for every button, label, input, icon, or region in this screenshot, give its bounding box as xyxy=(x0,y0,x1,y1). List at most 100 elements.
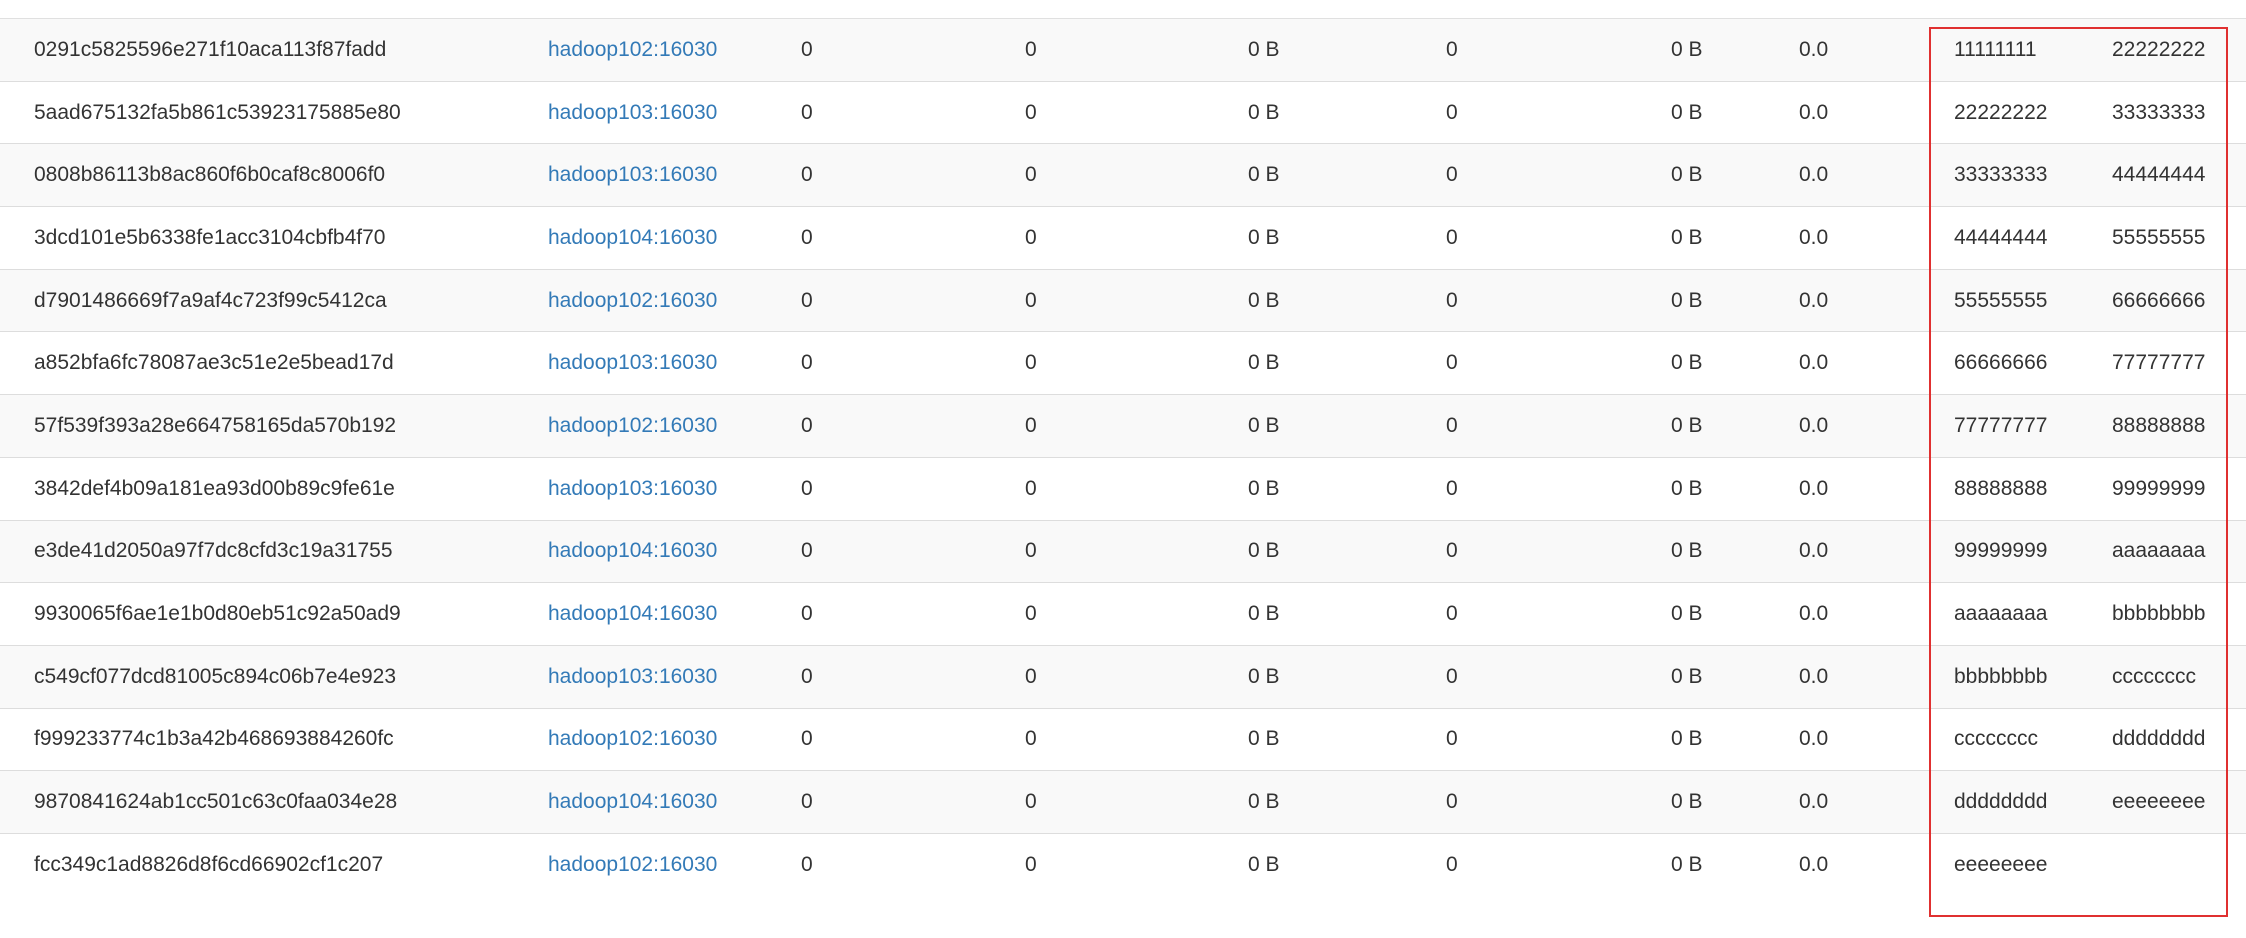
region-name-cell: 9870841624ab1cc501c63c0faa034e28 xyxy=(0,770,548,834)
region-end-key-cell: 77777777 xyxy=(2112,331,2246,396)
region-metric-cell-6: 0.0 xyxy=(1799,708,1954,772)
region-start-key-cell: eeeeeeee xyxy=(1954,833,2112,896)
region-metric-text-3: 0 B xyxy=(1248,602,1280,626)
region-metric-text-5: 0 B xyxy=(1671,727,1703,751)
region-name-cell: 3dcd101e5b6338fe1acc3104cbfb4f70 xyxy=(0,206,548,270)
region-name-cell: 57f539f393a28e664758165da570b192 xyxy=(0,394,548,458)
region-metric-text-3: 0 B xyxy=(1248,476,1280,500)
region-name-cell: d7901486669f7a9af4c723f99c5412ca xyxy=(0,269,548,333)
region-metric-cell-2: 0 xyxy=(1025,770,1248,834)
region-metric-text-1: 0 xyxy=(801,539,813,563)
region-end-key-cell: 22222222 xyxy=(2112,19,2246,82)
region-name-text: c549cf077dcd81005c894c06b7e4e923 xyxy=(34,664,396,688)
region-metric-cell-4: 0 xyxy=(1446,457,1671,521)
region-server-cell: hadoop103:16030 xyxy=(548,645,801,709)
region-metric-cell-6: 0.0 xyxy=(1799,394,1954,458)
region-metric-text-3: 0 B xyxy=(1248,225,1280,249)
region-metric-cell-2: 0 xyxy=(1025,81,1248,145)
region-metric-cell-2: 0 xyxy=(1025,269,1248,333)
region-start-key-text: 22222222 xyxy=(1954,100,2048,124)
region-metric-cell-5: 0 B xyxy=(1671,394,1799,458)
region-end-key-cell: 66666666 xyxy=(2112,269,2246,333)
region-metric-text-3: 0 B xyxy=(1248,790,1280,814)
region-start-key-text: bbbbbbbb xyxy=(1954,664,2048,688)
region-start-key-text: 77777777 xyxy=(1954,413,2048,437)
region-name-text: e3de41d2050a97f7dc8cfd3c19a31755 xyxy=(34,539,393,563)
region-metric-text-2: 0 xyxy=(1025,790,1037,814)
region-server-link[interactable]: hadoop103:16030 xyxy=(548,101,717,124)
region-server-link[interactable]: hadoop102:16030 xyxy=(548,289,717,312)
region-start-key-cell: 66666666 xyxy=(1954,331,2112,396)
region-metric-cell-6: 0.0 xyxy=(1799,457,1954,521)
region-metric-cell-3: 0 B xyxy=(1248,708,1446,772)
region-server-link[interactable]: hadoop103:16030 xyxy=(548,665,717,688)
region-server-link[interactable]: hadoop104:16030 xyxy=(548,790,717,813)
region-metric-text-1: 0 xyxy=(801,100,813,124)
region-server-link[interactable]: hadoop102:16030 xyxy=(548,38,717,61)
region-start-key-cell: 22222222 xyxy=(1954,81,2112,145)
region-server-cell: hadoop103:16030 xyxy=(548,143,801,208)
region-server-link[interactable]: hadoop102:16030 xyxy=(548,414,717,437)
region-metric-text-6: 0.0 xyxy=(1799,602,1829,626)
region-start-key-text: dddddddd xyxy=(1954,790,2048,814)
region-metric-text-6: 0.0 xyxy=(1799,288,1829,312)
region-server-cell: hadoop102:16030 xyxy=(548,708,801,772)
region-metric-text-1: 0 xyxy=(801,225,813,249)
region-metric-cell-5: 0 B xyxy=(1671,770,1799,834)
region-name-cell: e3de41d2050a97f7dc8cfd3c19a31755 xyxy=(0,520,548,584)
region-metric-text-5: 0 B xyxy=(1671,602,1703,626)
region-metric-text-5: 0 B xyxy=(1671,225,1703,249)
region-end-key-cell: 33333333 xyxy=(2112,81,2246,145)
region-metric-cell-2: 0 xyxy=(1025,708,1248,772)
region-metric-text-1: 0 xyxy=(801,790,813,814)
region-metric-text-3: 0 B xyxy=(1248,351,1280,375)
region-metric-cell-3: 0 B xyxy=(1248,331,1446,396)
region-metric-text-2: 0 xyxy=(1025,225,1037,249)
region-metric-cell-1: 0 xyxy=(801,331,1025,396)
region-server-cell: hadoop104:16030 xyxy=(548,520,801,584)
region-name-cell: 9930065f6ae1e1b0d80eb51c92a50ad9 xyxy=(0,582,548,646)
region-metric-cell-3: 0 B xyxy=(1248,81,1446,145)
table-row: 5aad675132fa5b861c53923175885e80 hadoop10… xyxy=(0,81,2246,145)
region-metric-text-3: 0 B xyxy=(1248,100,1280,124)
region-name-text: 0291c5825596e271f10aca113f87fadd xyxy=(34,37,387,61)
region-name-text: 5aad675132fa5b861c53923175885e80 xyxy=(34,100,401,124)
region-metric-text-6: 0.0 xyxy=(1799,476,1829,500)
region-server-cell: hadoop104:16030 xyxy=(548,206,801,270)
region-metric-cell-2: 0 xyxy=(1025,457,1248,521)
region-metric-cell-3: 0 B xyxy=(1248,520,1446,584)
region-metric-text-4: 0 xyxy=(1446,37,1458,61)
region-end-key-text: 33333333 xyxy=(2112,100,2206,124)
region-server-cell: hadoop102:16030 xyxy=(548,269,801,333)
region-server-cell: hadoop104:16030 xyxy=(548,770,801,834)
region-end-key-text: bbbbbbbb xyxy=(2112,602,2206,626)
table-row: fcc349c1ad8826d8f6cd66902cf1c207 hadoop10… xyxy=(0,833,2246,896)
region-server-cell: hadoop103:16030 xyxy=(548,331,801,396)
region-end-key-text: dddddddd xyxy=(2112,727,2206,751)
region-metric-cell-6: 0.0 xyxy=(1799,833,1954,896)
region-start-key-cell: 11111111 xyxy=(1954,19,2112,82)
region-name-text: 9930065f6ae1e1b0d80eb51c92a50ad9 xyxy=(34,602,401,626)
region-server-link[interactable]: hadoop103:16030 xyxy=(548,163,717,186)
region-metric-text-2: 0 xyxy=(1025,288,1037,312)
region-server-link[interactable]: hadoop103:16030 xyxy=(548,351,717,374)
region-server-link[interactable]: hadoop104:16030 xyxy=(548,539,717,562)
region-server-link[interactable]: hadoop104:16030 xyxy=(548,226,717,249)
region-metric-text-3: 0 B xyxy=(1248,37,1280,61)
region-server-link[interactable]: hadoop103:16030 xyxy=(548,477,717,500)
region-metric-cell-5: 0 B xyxy=(1671,833,1799,896)
region-metric-cell-4: 0 xyxy=(1446,708,1671,772)
region-server-link[interactable]: hadoop102:16030 xyxy=(548,853,717,876)
region-metric-text-5: 0 B xyxy=(1671,100,1703,124)
region-metric-cell-2: 0 xyxy=(1025,645,1248,709)
region-metric-cell-3: 0 B xyxy=(1248,206,1446,270)
table-row: 9930065f6ae1e1b0d80eb51c92a50ad9 hadoop10… xyxy=(0,582,2246,646)
region-end-key-text: aaaaaaaa xyxy=(2112,539,2206,563)
region-server-link[interactable]: hadoop104:16030 xyxy=(548,602,717,625)
region-metric-text-4: 0 xyxy=(1446,476,1458,500)
region-start-key-text: 44444444 xyxy=(1954,225,2048,249)
region-metric-cell-1: 0 xyxy=(801,645,1025,709)
table-row: d7901486669f7a9af4c723f99c5412ca hadoop10… xyxy=(0,269,2246,333)
region-metric-cell-5: 0 B xyxy=(1671,269,1799,333)
region-server-link[interactable]: hadoop102:16030 xyxy=(548,727,717,750)
